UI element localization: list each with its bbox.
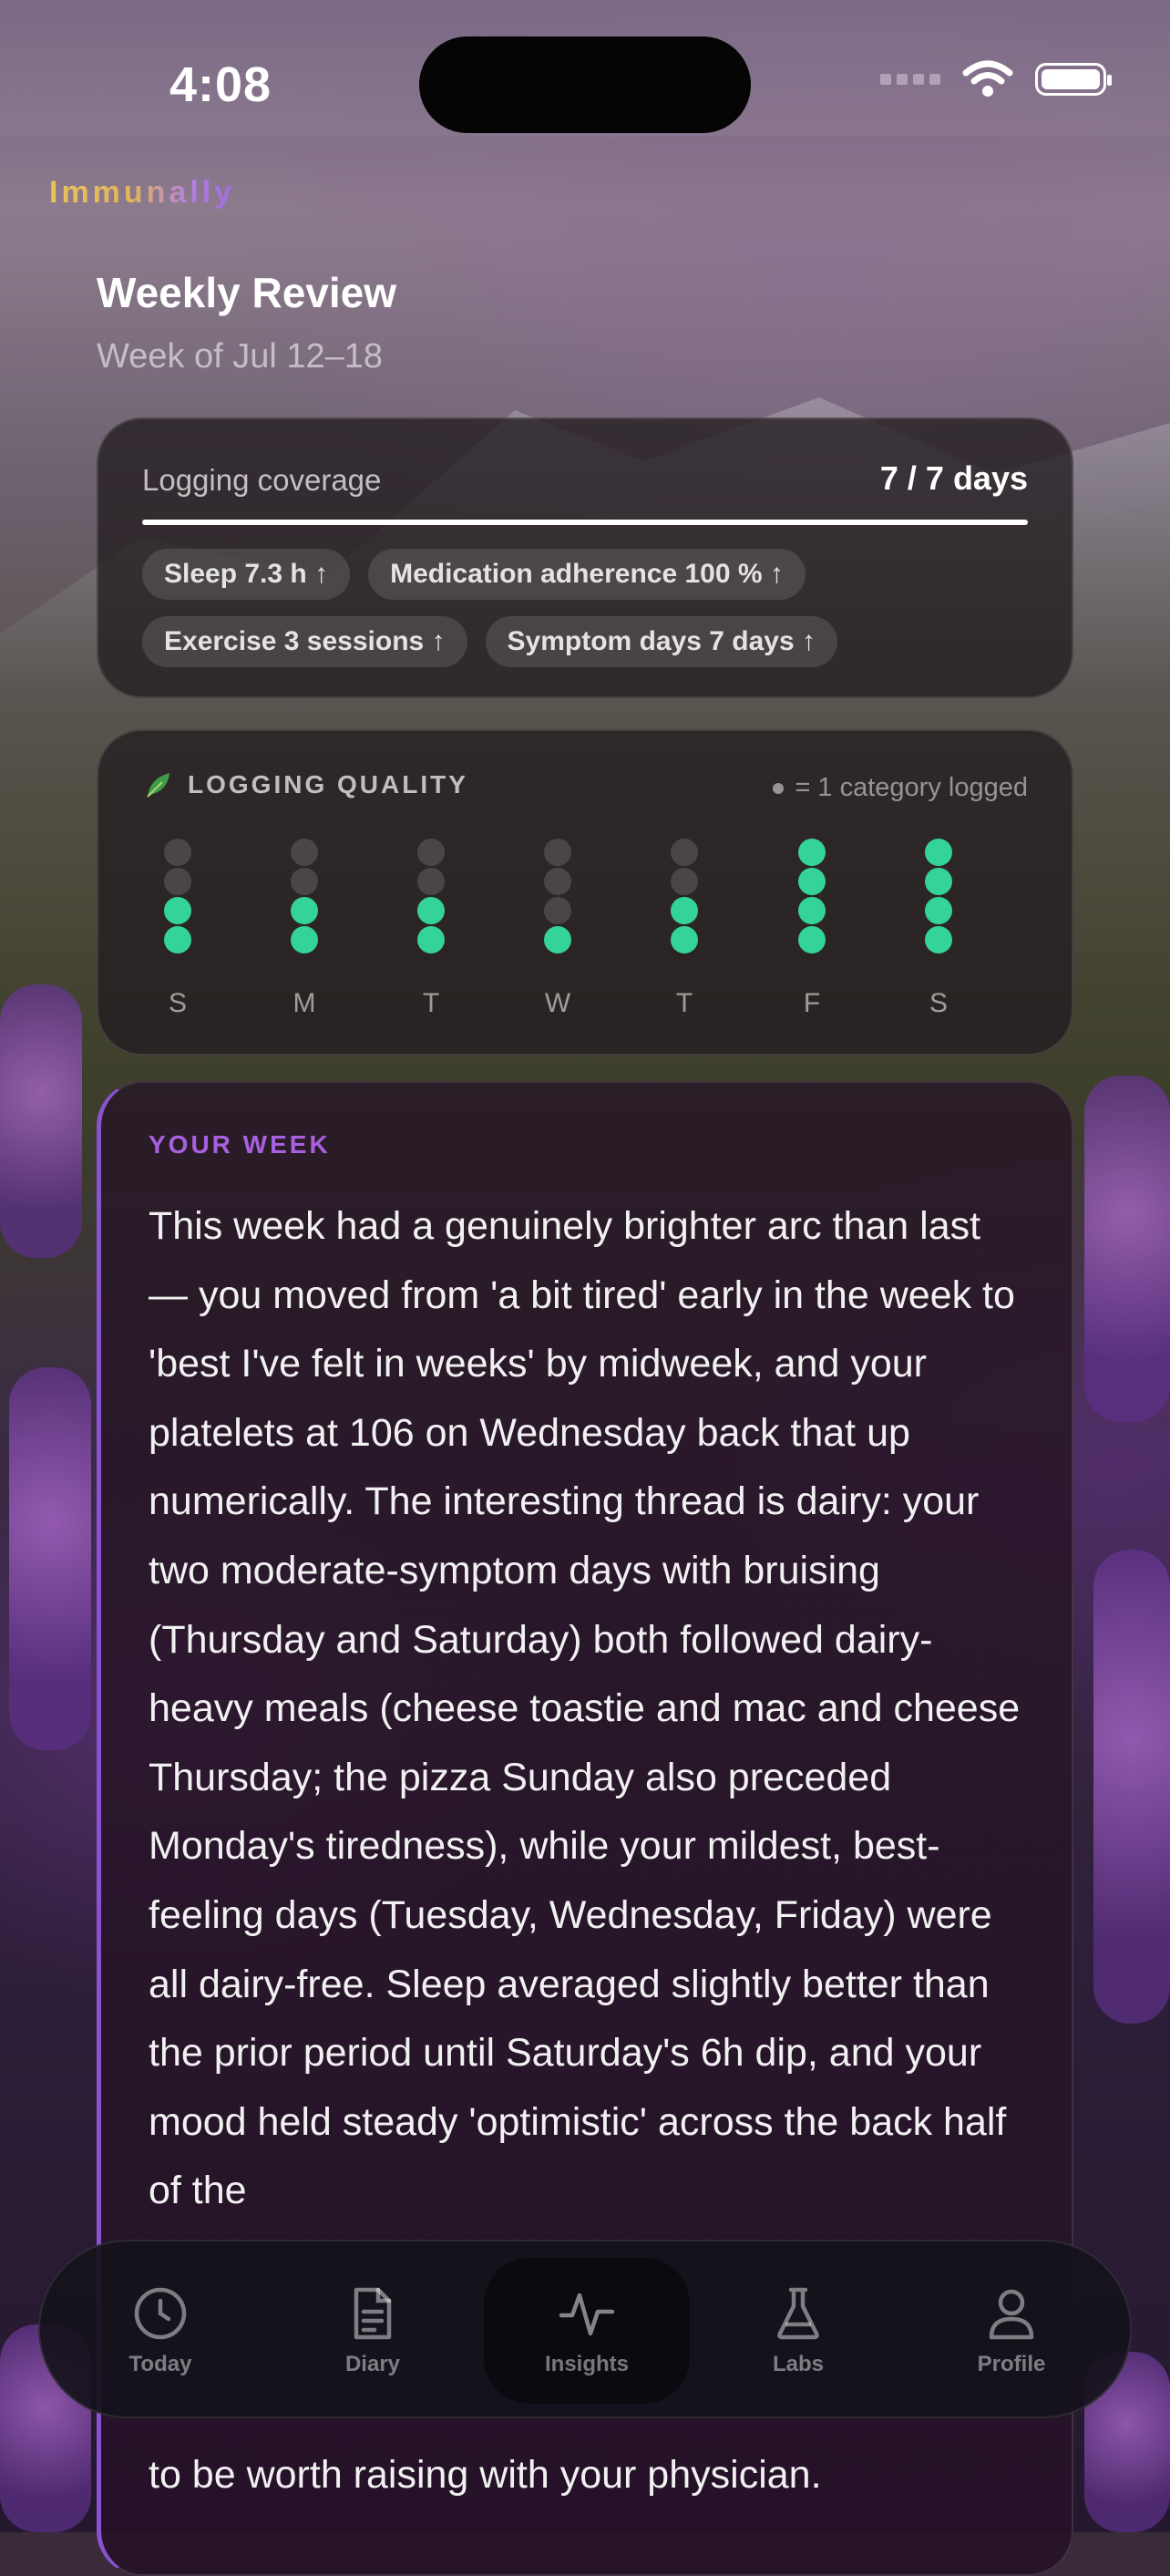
metric-pill-exercise: Exercise 3 sessions ↑: [142, 616, 467, 667]
background-flower: [9, 1367, 91, 1750]
day-label: T: [422, 988, 440, 1018]
logging-quality-legend: = 1 category logged: [773, 773, 1028, 803]
day-column: S: [911, 839, 966, 1018]
metric-pill-medication: Medication adherence 100 % ↑: [368, 549, 806, 600]
metric-pills: Sleep 7.3 h ↑ Medication adherence 100 %…: [142, 549, 1028, 667]
empty-dot: [417, 868, 445, 895]
empty-dot: [671, 839, 698, 866]
coverage-value: 7 / 7 days: [879, 459, 1028, 497]
logged-dot: [671, 897, 698, 924]
logging-quality-title: LOGGING QUALITY: [188, 770, 468, 799]
logged-dot: [291, 897, 318, 924]
day-column: F: [785, 839, 839, 1018]
empty-dot: [671, 868, 698, 895]
logged-dot: [544, 926, 571, 953]
person-icon: [989, 2289, 1034, 2340]
tab-bar: Today Diary Insights Labs Profile: [38, 2240, 1132, 2418]
your-week-summary-end: to be worth raising with your physician.: [149, 2453, 822, 2497]
logged-dot: [925, 868, 952, 895]
tab-insights[interactable]: Insights: [484, 2258, 690, 2404]
page-subtitle: Week of Jul 12–18: [97, 337, 384, 376]
app-logo: Immunally: [49, 175, 236, 210]
background-flower: [1093, 1550, 1170, 2024]
logged-dot: [798, 897, 826, 924]
day-label: S: [929, 988, 948, 1018]
logged-dot: [798, 839, 826, 866]
tab-labs-label: Labs: [772, 2352, 824, 2376]
tab-diary-label: Diary: [344, 2352, 401, 2376]
logged-dot: [925, 926, 952, 953]
coverage-progress-fill: [142, 520, 1028, 525]
status-time: 4:08: [169, 57, 272, 112]
empty-dot: [544, 839, 571, 866]
tab-today-label: Today: [128, 2352, 192, 2376]
document-icon: [354, 2287, 392, 2340]
day-label: S: [168, 988, 187, 1018]
logged-dot: [798, 926, 826, 953]
day-column: M: [277, 839, 332, 1018]
your-week-summary: This week had a genuinely brighter arc t…: [149, 1204, 1021, 2213]
coverage-label: Logging coverage: [142, 463, 382, 497]
logged-dot: [925, 839, 952, 866]
empty-dot: [544, 897, 571, 924]
day-label: T: [675, 988, 693, 1018]
empty-dot: [291, 839, 318, 866]
leaf-icon: [147, 773, 169, 798]
day-column: T: [404, 839, 458, 1018]
pulse-icon: [559, 2293, 615, 2336]
logged-dot: [671, 926, 698, 953]
background-flower: [1084, 1076, 1170, 1422]
legend-dot-icon: [773, 782, 785, 794]
dynamic-island: [419, 36, 751, 133]
tab-profile[interactable]: Profile: [920, 2241, 1103, 2420]
empty-dot: [291, 868, 318, 895]
tab-insights-label: Insights: [544, 2352, 629, 2376]
tab-profile-label: Profile: [977, 2352, 1046, 2376]
tab-labs[interactable]: Labs: [707, 2241, 889, 2420]
page-title: Weekly Review: [97, 269, 397, 316]
logging-quality-card: LOGGING QUALITY = 1 category logged S M T W…: [97, 729, 1073, 1056]
day-column: W: [530, 839, 585, 1018]
logged-dot: [291, 926, 318, 953]
empty-dot: [544, 868, 571, 895]
logged-dot: [417, 897, 445, 924]
empty-dot: [164, 868, 191, 895]
clock-icon: [134, 2287, 187, 2340]
coverage-progress-bar: [142, 520, 1028, 525]
logged-dot: [798, 868, 826, 895]
tab-today[interactable]: Today: [69, 2241, 251, 2420]
day-column: S: [150, 839, 205, 1018]
logged-dot: [164, 926, 191, 953]
battery-icon: [1035, 63, 1112, 96]
metric-pill-sleep: Sleep 7.3 h ↑: [142, 549, 351, 600]
flask-icon: [777, 2287, 819, 2340]
empty-dot: [164, 839, 191, 866]
wifi-icon: [962, 60, 1013, 97]
signal-icon: [880, 74, 940, 85]
metric-pill-symptoms: Symptom days 7 days ↑: [485, 616, 838, 667]
coverage-card: Logging coverage 7 / 7 days Sleep 7.3 h …: [97, 417, 1073, 698]
empty-dot: [417, 839, 445, 866]
logged-dot: [417, 926, 445, 953]
day-label: M: [292, 988, 316, 1018]
tab-diary[interactable]: Diary: [282, 2241, 464, 2420]
background-flower: [0, 984, 82, 1258]
day-label: F: [803, 988, 821, 1018]
day-column: T: [657, 839, 712, 1018]
logged-dot: [164, 897, 191, 924]
status-indicators: [880, 60, 1112, 98]
legend-text: = 1 category logged: [795, 773, 1028, 802]
logged-dot: [925, 897, 952, 924]
day-label: W: [544, 988, 571, 1018]
